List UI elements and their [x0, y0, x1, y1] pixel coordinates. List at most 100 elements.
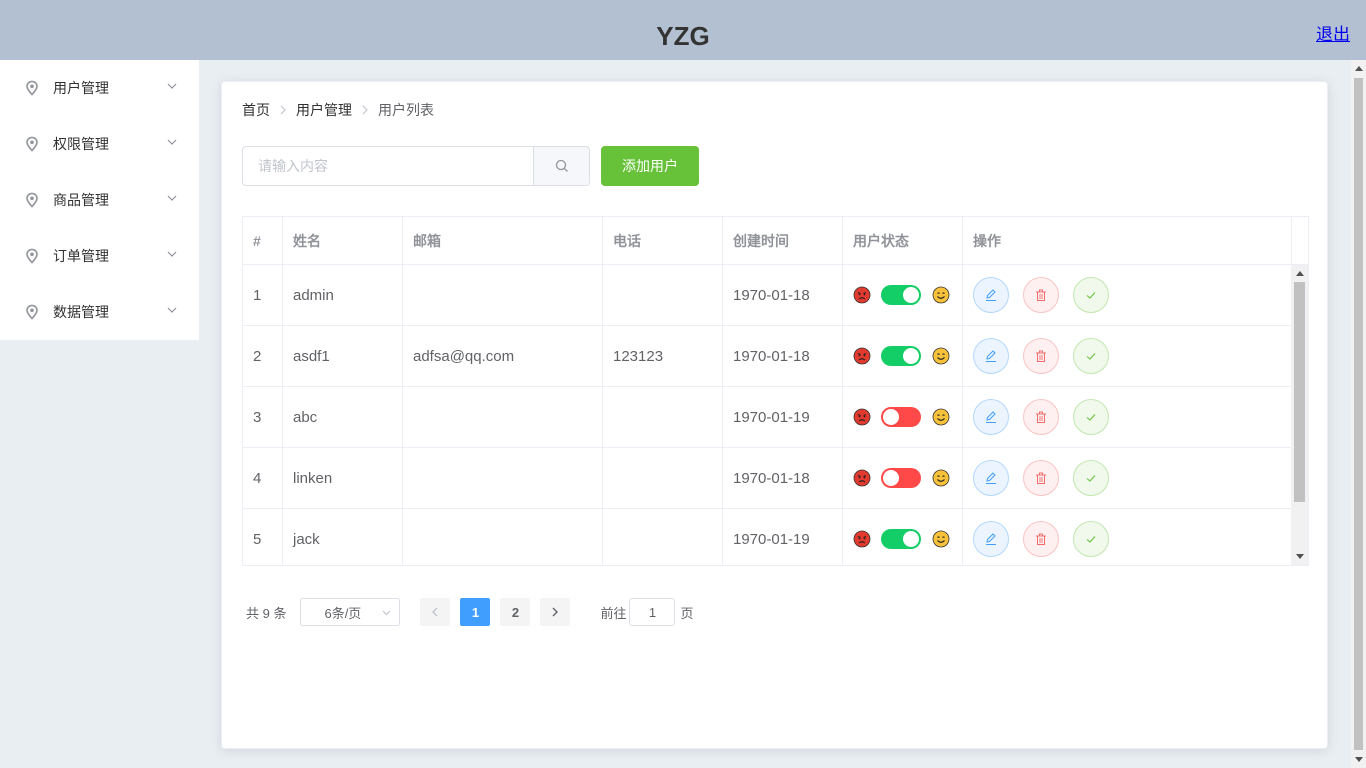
cell-created: 1970-01-18	[723, 326, 843, 386]
sidebar-item-users[interactable]: 用户管理	[0, 60, 199, 116]
sidebar-item-products[interactable]: 商品管理	[0, 172, 199, 228]
pagination-total: 共 9 条	[246, 605, 287, 621]
delete-button[interactable]	[1023, 521, 1059, 557]
page-size-value: 6条/页	[324, 605, 362, 621]
cell-index: 1	[243, 265, 283, 325]
chevron-right-icon	[280, 105, 286, 115]
cell-created: 1970-01-18	[723, 265, 843, 325]
edit-button[interactable]	[973, 460, 1009, 496]
page-size-select[interactable]: 6条/页	[300, 598, 401, 626]
status-switch[interactable]	[881, 468, 921, 488]
header-gutter	[1292, 217, 1308, 265]
sidebar-item-label: 权限管理	[53, 136, 109, 152]
search-button[interactable]	[533, 146, 590, 186]
breadcrumb-user-list: 用户列表	[378, 102, 434, 118]
angry-face-icon	[853, 347, 871, 365]
page-button-1[interactable]: 1	[460, 598, 491, 626]
sidebar: 用户管理权限管理商品管理订单管理数据管理	[0, 60, 200, 768]
cell-status	[843, 509, 963, 565]
sidebar-item-permissions[interactable]: 权限管理	[0, 116, 199, 172]
logout-link[interactable]: 退出	[1316, 20, 1350, 45]
column-header-name: 姓名	[283, 217, 403, 265]
cell-email	[403, 448, 603, 508]
angry-face-icon	[853, 286, 871, 304]
assign-button[interactable]	[1073, 460, 1109, 496]
assign-button[interactable]	[1073, 521, 1109, 557]
cell-name: asdf1	[283, 326, 403, 386]
sidebar-item-orders[interactable]: 订单管理	[0, 228, 199, 284]
scroll-thumb[interactable]	[1354, 78, 1363, 750]
breadcrumb-home[interactable]: 首页	[242, 100, 270, 120]
cell-index: 4	[243, 448, 283, 508]
location-pin-icon	[26, 80, 38, 96]
cell-status	[843, 326, 963, 386]
sidebar-menu: 用户管理权限管理商品管理订单管理数据管理	[0, 60, 199, 340]
chevron-down-icon	[167, 139, 177, 145]
status-switch[interactable]	[881, 407, 921, 427]
cell-actions	[963, 326, 1292, 386]
delete-button[interactable]	[1023, 460, 1059, 496]
next-page-button[interactable]	[540, 598, 571, 626]
column-header-phone: 电话	[603, 217, 723, 265]
delete-button[interactable]	[1023, 338, 1059, 374]
scroll-up-arrow-icon[interactable]	[1355, 66, 1363, 71]
breadcrumb-users[interactable]: 用户管理	[296, 100, 352, 120]
cell-index: 3	[243, 387, 283, 447]
sidebar-item-label: 商品管理	[53, 192, 109, 208]
chevron-right-icon	[552, 607, 559, 617]
edit-button[interactable]	[973, 399, 1009, 435]
check-icon	[1086, 414, 1096, 421]
delete-button[interactable]	[1023, 399, 1059, 435]
scroll-down-arrow-icon[interactable]	[1355, 757, 1363, 762]
cell-actions	[963, 265, 1292, 325]
page-scrollbar[interactable]	[1351, 60, 1366, 768]
sidebar-item-data[interactable]: 数据管理	[0, 284, 199, 340]
location-pin-icon	[26, 192, 38, 208]
goto-prefix: 前往	[600, 605, 627, 621]
scroll-thumb[interactable]	[1294, 282, 1305, 502]
sidebar-item-label: 订单管理	[53, 248, 109, 264]
status-switch[interactable]	[881, 285, 921, 305]
table-header: # 姓名 邮箱 电话 创建时间 用户状态 操作	[243, 217, 1308, 265]
angry-face-icon	[853, 530, 871, 548]
top-header: YZG 退出	[0, 0, 1366, 60]
cell-name: admin	[283, 265, 403, 325]
delete-button[interactable]	[1023, 277, 1059, 313]
table-body: 1 admin 1970-01-18 2 asdf1 adfsa@qq.com 123123…	[243, 265, 1292, 565]
status-switch[interactable]	[881, 529, 921, 549]
cell-actions	[963, 509, 1292, 565]
column-header-email: 邮箱	[403, 217, 603, 265]
assign-button[interactable]	[1073, 277, 1109, 313]
trash-icon	[1036, 533, 1046, 545]
page-button-2[interactable]: 2	[500, 598, 531, 626]
chevron-down-icon	[167, 251, 177, 257]
edit-button[interactable]	[973, 277, 1009, 313]
prev-page-button[interactable]	[420, 598, 451, 626]
table-row: 3 abc 1970-01-19	[243, 387, 1292, 448]
pagination: 共 9 条 6条/页 1 2 前往 页	[246, 598, 694, 626]
goto-page: 前往 页	[600, 598, 694, 626]
table-row: 5 jack 1970-01-19	[243, 509, 1292, 565]
add-user-button[interactable]: 添加用户	[601, 146, 699, 186]
cell-status	[843, 387, 963, 447]
cell-index: 2	[243, 326, 283, 386]
scroll-up-arrow-icon[interactable]	[1296, 271, 1304, 276]
cell-actions	[963, 448, 1292, 508]
trash-icon	[1036, 472, 1046, 484]
assign-button[interactable]	[1073, 338, 1109, 374]
chevron-right-icon	[362, 105, 368, 115]
chevron-down-icon	[167, 83, 177, 89]
table-scrollbar[interactable]	[1291, 265, 1308, 565]
cell-phone	[603, 448, 723, 508]
table-row: 4 linken 1970-01-18	[243, 448, 1292, 509]
assign-button[interactable]	[1073, 399, 1109, 435]
cell-created: 1970-01-18	[723, 448, 843, 508]
scroll-down-arrow-icon[interactable]	[1296, 554, 1304, 559]
status-switch[interactable]	[881, 346, 921, 366]
edit-button[interactable]	[973, 338, 1009, 374]
goto-page-input[interactable]	[629, 598, 676, 626]
edit-button[interactable]	[973, 521, 1009, 557]
sidebar-item-label: 用户管理	[53, 80, 109, 96]
column-header-actions: 操作	[963, 217, 1292, 265]
search-input[interactable]	[242, 146, 533, 186]
